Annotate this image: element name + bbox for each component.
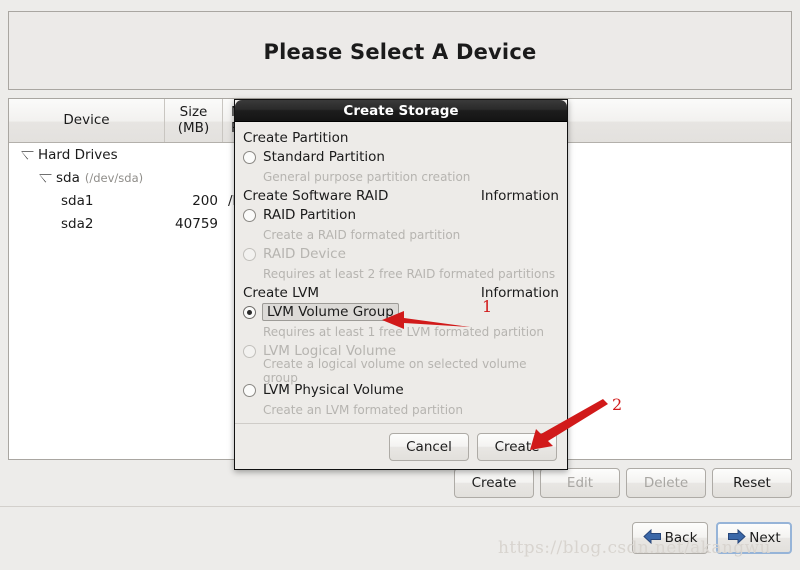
radio-option-label: RAID Partition bbox=[263, 207, 356, 223]
radio-button-icon[interactable] bbox=[243, 208, 256, 222]
dialog-cancel-button[interactable]: Cancel bbox=[389, 432, 469, 461]
device-name: sda1 bbox=[61, 192, 94, 209]
cell-device: sda2 bbox=[9, 216, 164, 232]
arrow-right-icon bbox=[727, 528, 747, 548]
action-button-delete: Delete bbox=[626, 468, 706, 498]
radio-option-description: Create an LVM formated partition bbox=[263, 402, 463, 417]
dialog-group-title: Create LVM bbox=[243, 285, 320, 301]
cell-device: sda (/dev/sda) bbox=[9, 170, 164, 186]
dialog-title: Create Storage bbox=[235, 100, 567, 122]
device-name: sda2 bbox=[61, 215, 94, 232]
information-link[interactable]: Information bbox=[481, 188, 559, 204]
annotation-number-1: 1 bbox=[482, 297, 493, 316]
screen: Please Select A Device Device Size (MB) … bbox=[0, 0, 800, 570]
radio-option-description: Create a logical volume on selected volu… bbox=[263, 356, 527, 385]
wizard-navigation: Back Next bbox=[632, 522, 792, 554]
radio-option-description: Requires at least 1 free LVM formated pa… bbox=[263, 324, 545, 339]
radio-button-icon[interactable] bbox=[243, 305, 256, 319]
cell-size: 40759 bbox=[175, 215, 218, 232]
device-name: sda bbox=[56, 169, 80, 186]
radio-option-description: Create a RAID formated partition bbox=[263, 227, 461, 242]
disclosure-triangle-icon[interactable] bbox=[21, 148, 34, 161]
radio-button-icon bbox=[243, 344, 256, 358]
radio-option-row: RAID Device bbox=[243, 244, 559, 264]
radio-option-description: General purpose partition creation bbox=[263, 169, 471, 184]
dialog-group-title: Create Software RAID bbox=[243, 188, 389, 204]
radio-button-icon[interactable] bbox=[243, 383, 256, 397]
dialog-button-bar: Cancel Create bbox=[235, 423, 567, 469]
dialog-body: Create Partition Standard Partition Genera… bbox=[235, 122, 567, 419]
information-link[interactable]: Information bbox=[481, 285, 559, 301]
column-header-device-label: Device bbox=[63, 111, 110, 128]
create-storage-dialog: Create Storage Create Partition Standard … bbox=[234, 99, 568, 470]
radio-button-icon bbox=[243, 247, 256, 261]
dialog-create-button[interactable]: Create bbox=[477, 432, 557, 461]
cell-device: Hard Drives bbox=[9, 147, 164, 163]
radio-button-icon[interactable] bbox=[243, 150, 256, 164]
action-button-create[interactable]: Create bbox=[454, 468, 534, 498]
dialog-group-header: Create Software RAID Information bbox=[243, 188, 559, 204]
radio-option-row[interactable]: LVM Volume Group bbox=[243, 302, 559, 322]
next-button-label: Next bbox=[749, 530, 781, 546]
footer-divider bbox=[0, 506, 800, 507]
radio-option-label: Standard Partition bbox=[263, 149, 385, 165]
device-path: (/dev/sda) bbox=[84, 170, 144, 185]
column-header-size-label: Size bbox=[179, 103, 208, 120]
dialog-group-title: Create Partition bbox=[243, 130, 349, 146]
back-button[interactable]: Back bbox=[632, 522, 708, 554]
radio-option-row[interactable]: RAID Partition bbox=[243, 205, 559, 225]
cell-size: 200 bbox=[192, 192, 218, 209]
page-banner: Please Select A Device bbox=[8, 11, 792, 90]
page-title: Please Select A Device bbox=[263, 40, 537, 64]
action-button-edit: Edit bbox=[540, 468, 620, 498]
annotation-number-2: 2 bbox=[612, 395, 623, 414]
radio-option-description: Requires at least 2 free RAID formated p… bbox=[263, 266, 556, 281]
table-action-buttons: Create Edit Delete Reset bbox=[8, 468, 792, 498]
column-header-device[interactable]: Device bbox=[9, 99, 164, 142]
radio-option-label: RAID Device bbox=[263, 246, 346, 262]
device-name: Hard Drives bbox=[38, 146, 118, 163]
back-button-label: Back bbox=[664, 530, 698, 546]
dialog-group-header: Create Partition bbox=[243, 130, 559, 146]
dialog-group-header: Create LVM Information bbox=[243, 285, 559, 301]
column-header-size-unit: (MB) bbox=[177, 119, 210, 136]
cell-device: sda1 bbox=[9, 193, 164, 209]
disclosure-triangle-icon[interactable] bbox=[39, 171, 52, 184]
arrow-left-icon bbox=[642, 528, 662, 548]
action-button-reset[interactable]: Reset bbox=[712, 468, 792, 498]
radio-option-label: LVM Volume Group bbox=[262, 303, 399, 321]
radio-option-row[interactable]: Standard Partition bbox=[243, 147, 559, 167]
column-header-size[interactable]: Size (MB) bbox=[164, 99, 222, 142]
radio-option-label: LVM Physical Volume bbox=[263, 382, 404, 398]
next-button[interactable]: Next bbox=[716, 522, 792, 554]
